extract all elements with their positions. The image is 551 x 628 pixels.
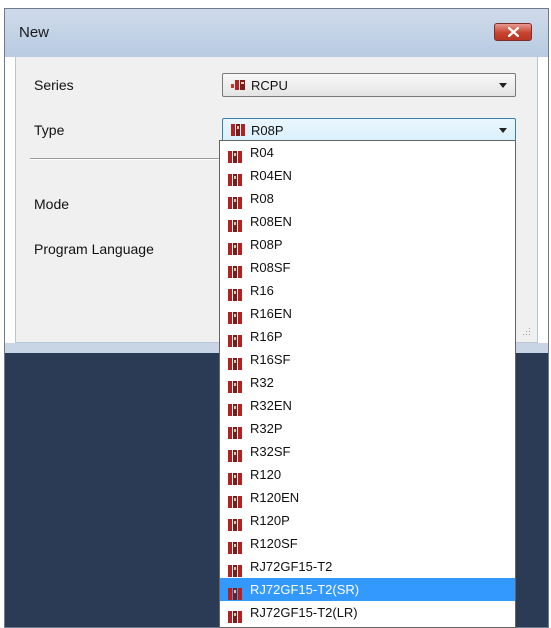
mode-label: Mode bbox=[34, 196, 70, 212]
dropdown-item[interactable]: R16EN bbox=[220, 302, 515, 325]
dropdown-item[interactable]: R08P bbox=[220, 233, 515, 256]
dropdown-item-label: R32 bbox=[250, 375, 274, 390]
dropdown-item[interactable]: R32SF bbox=[220, 440, 515, 463]
dropdown-item[interactable]: RJ72GF15-T2(SR) bbox=[220, 578, 515, 601]
plc-module-icon bbox=[231, 124, 245, 136]
dropdown-item-label: R32P bbox=[250, 421, 283, 436]
cpu-module-icon bbox=[231, 80, 245, 90]
section-divider bbox=[30, 158, 226, 160]
dropdown-item-label: R08EN bbox=[250, 214, 292, 229]
dropdown-item-label: R08 bbox=[250, 191, 274, 206]
dropdown-item-label: R16EN bbox=[250, 306, 292, 321]
dropdown-item-label: R120SF bbox=[250, 536, 298, 551]
dropdown-item[interactable]: R32P bbox=[220, 417, 515, 440]
dropdown-item[interactable]: R16 bbox=[220, 279, 515, 302]
dropdown-item-label: R120EN bbox=[250, 490, 300, 505]
dropdown-item[interactable]: RJ72GF15-T2 bbox=[220, 555, 515, 578]
dropdown-item-label: RJ72GF15-T2(LR) bbox=[250, 605, 358, 620]
dropdown-item-label: R16 bbox=[250, 283, 274, 298]
chevron-down-icon bbox=[499, 83, 507, 88]
series-combobox[interactable]: RCPU bbox=[222, 73, 516, 97]
dropdown-item[interactable]: R16P bbox=[220, 325, 515, 348]
dropdown-item[interactable]: R120EN bbox=[220, 486, 515, 509]
series-label: Series bbox=[34, 77, 74, 93]
dropdown-item-label: R16SF bbox=[250, 352, 291, 367]
dropdown-item[interactable]: R04 bbox=[220, 141, 515, 164]
resize-grip-icon[interactable] bbox=[521, 326, 531, 336]
title-bar[interactable]: New bbox=[5, 9, 548, 57]
dropdown-item-label: R120 bbox=[250, 467, 282, 482]
dropdown-item-label: R04 bbox=[250, 145, 274, 160]
dropdown-item-label: R32SF bbox=[250, 444, 291, 459]
dropdown-item[interactable]: R32 bbox=[220, 371, 515, 394]
dropdown-item-label: RJ72GF15-T2 bbox=[250, 559, 333, 574]
type-value: R08P bbox=[251, 123, 284, 138]
dropdown-item-label: R32EN bbox=[250, 398, 292, 413]
type-dropdown-list[interactable]: R04 R04EN R08 R08EN R08P R08SF R16 R16EN R16P R16… bbox=[219, 140, 516, 628]
dropdown-item[interactable]: R16SF bbox=[220, 348, 515, 371]
type-combobox[interactable]: R08P bbox=[222, 118, 516, 142]
series-value: RCPU bbox=[251, 78, 288, 93]
dropdown-item-label: R16P bbox=[250, 329, 283, 344]
dropdown-item[interactable]: R08 bbox=[220, 187, 515, 210]
dropdown-item-label: R120P bbox=[250, 513, 290, 528]
dropdown-item-label: R04EN bbox=[250, 168, 292, 183]
dropdown-item[interactable]: R08EN bbox=[220, 210, 515, 233]
dropdown-item[interactable]: R120SF bbox=[220, 532, 515, 555]
dropdown-item[interactable]: R32EN bbox=[220, 394, 515, 417]
close-x-icon bbox=[508, 27, 519, 37]
plc-module-icon bbox=[228, 607, 243, 627]
dropdown-item-label: RJ72GF15-T2(SR) bbox=[250, 582, 360, 597]
dropdown-item[interactable]: R08SF bbox=[220, 256, 515, 279]
close-button[interactable] bbox=[494, 23, 532, 41]
dropdown-item[interactable]: R120P bbox=[220, 509, 515, 532]
dialog-title: New bbox=[19, 24, 50, 41]
program-language-label: Program Language bbox=[34, 241, 154, 257]
dropdown-item[interactable]: R120 bbox=[220, 463, 515, 486]
dropdown-item[interactable]: R04EN bbox=[220, 164, 515, 187]
dropdown-item-label: R08SF bbox=[250, 260, 291, 275]
dropdown-item[interactable]: RJ72GF15-T2(LR) bbox=[220, 601, 515, 624]
chevron-down-icon bbox=[499, 128, 507, 133]
dropdown-item-label: R08P bbox=[250, 237, 283, 252]
type-label: Type bbox=[34, 122, 65, 138]
